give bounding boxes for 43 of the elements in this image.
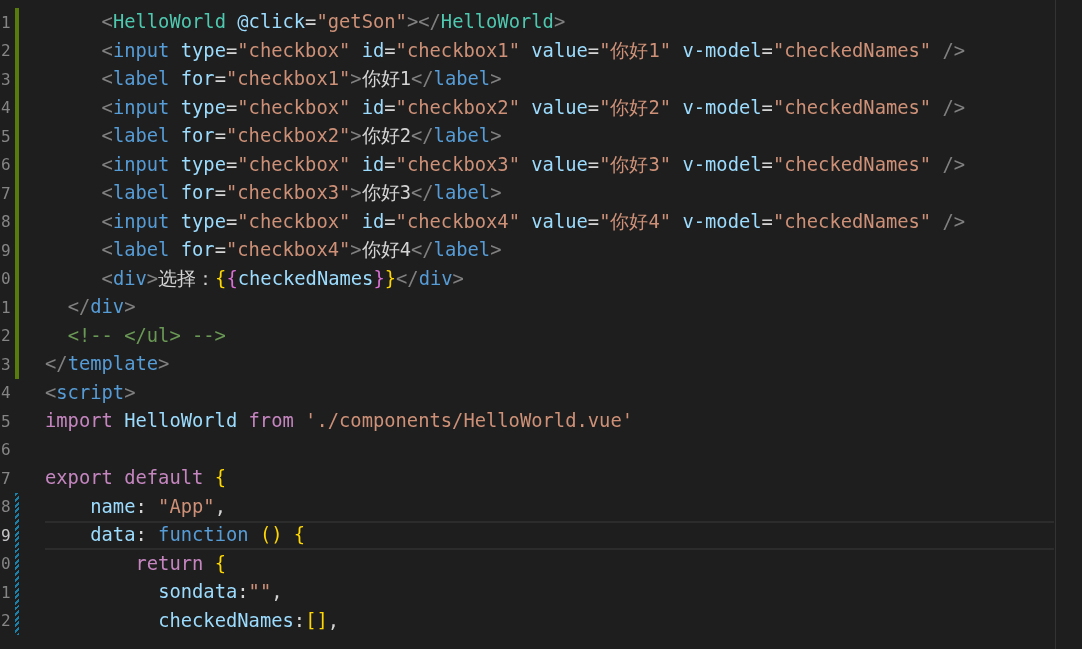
- line-number: 9: [1, 525, 11, 545]
- line-number: 6: [1, 440, 11, 460]
- code-line: <script>: [45, 380, 137, 405]
- code-line: <label for="checkbox3">你好3</label>: [100, 181, 503, 206]
- code-line: sondata:"",: [157, 580, 284, 605]
- line-number: 8: [1, 497, 11, 517]
- code-line: <input type="checkbox" id="checkbox4" value="你好4" v-model="checkedNames" />: [100, 209, 967, 234]
- code-line: <label for="checkbox4">你好4</label>: [100, 238, 503, 263]
- code-line: <label for="checkbox2">你好2</label>: [100, 124, 503, 149]
- line-number: 7: [1, 468, 11, 488]
- code-line: <label for="checkbox1">你好1</label>: [100, 67, 503, 92]
- code-line: <!-- </ul> -->: [66, 323, 227, 348]
- line-number: 8: [1, 212, 11, 232]
- line-number: 9: [1, 240, 11, 260]
- code-line: name: "App",: [89, 494, 227, 519]
- line-number: 5: [1, 411, 11, 431]
- line-number: 1: [1, 12, 11, 32]
- line-number: 4: [1, 383, 11, 403]
- code-line: return {: [134, 551, 227, 576]
- code-line: </template>: [45, 352, 171, 377]
- code-line: checkedNames:[],: [157, 608, 341, 633]
- line-number: 3: [1, 354, 11, 374]
- line-number: 2: [1, 326, 11, 346]
- code-line: data: function () {: [89, 523, 307, 548]
- code-line: <input type="checkbox" id="checkbox3" value="你好3" v-model="checkedNames" />: [100, 152, 967, 177]
- line-number: 4: [1, 98, 11, 118]
- line-number: 0: [1, 269, 11, 289]
- line-number: 3: [1, 69, 11, 89]
- code-line: <div>选择：{{checkedNames}}</div>: [100, 266, 465, 291]
- line-number: 5: [1, 126, 11, 146]
- code-line: export default {: [45, 466, 227, 491]
- code-line: <input type="checkbox" id="checkbox2" value="你好2" v-model="checkedNames" />: [100, 95, 967, 120]
- line-number: 7: [1, 183, 11, 203]
- line-number: 6: [1, 155, 11, 175]
- line-number: 0: [1, 554, 11, 574]
- line-number: 1: [1, 582, 11, 602]
- code-line: import HelloWorld from './components/HelloWorld.vue': [45, 409, 634, 434]
- line-number: 2: [1, 41, 11, 61]
- code-line: </div>: [66, 295, 137, 320]
- code-line: <input type="checkbox" id="checkbox1" value="你好1" v-model="checkedNames" />: [100, 38, 967, 63]
- line-number: 2: [1, 611, 11, 631]
- code-line: <HelloWorld @click="getSon"></HelloWorld>: [100, 10, 567, 35]
- line-number: 1: [1, 297, 11, 317]
